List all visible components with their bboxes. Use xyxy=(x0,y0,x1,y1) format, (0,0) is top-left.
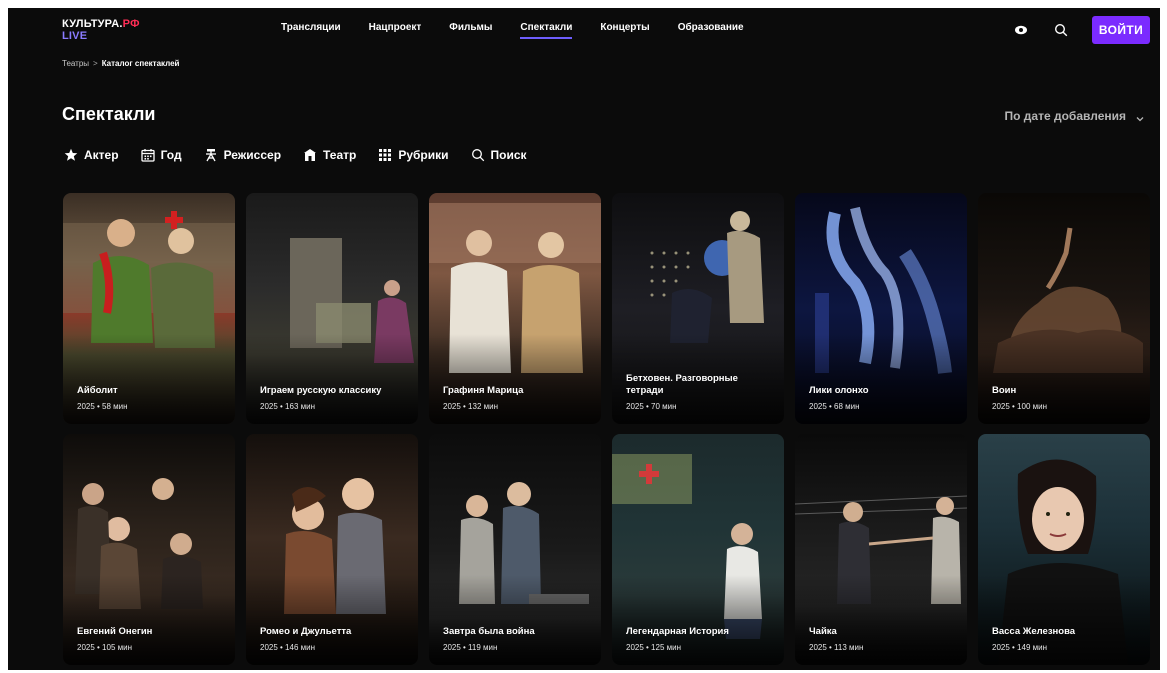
card-meta: 2025 • 70 мин xyxy=(626,402,677,411)
logo[interactable]: КУЛЬТУРА.РФ LIVE xyxy=(62,18,140,42)
card-meta: 2025 • 105 мин xyxy=(77,643,132,652)
nav-item-concerts[interactable]: Концерты xyxy=(600,22,649,39)
nav-item-performances[interactable]: Спектакли xyxy=(520,22,572,39)
card-title: Графиня Марица xyxy=(443,385,524,396)
breadcrumb-root[interactable]: Театры xyxy=(62,59,89,68)
card-meta: 2025 • 68 мин xyxy=(809,402,860,411)
card-title: Айболит xyxy=(77,385,118,396)
card-meta: 2025 • 113 мин xyxy=(809,643,864,652)
filter-bar: Актер Год Режиссер Театр Рубрики Поиск xyxy=(64,148,549,162)
filter-theater[interactable]: Театр xyxy=(303,148,356,162)
card-meta: 2025 • 119 мин xyxy=(443,643,498,652)
performance-card[interactable]: Графиня Марица 2025 • 132 мин xyxy=(429,193,601,424)
filter-year-label: Год xyxy=(160,148,182,162)
filter-categories-label: Рубрики xyxy=(398,148,449,162)
card-title: Легендарная История xyxy=(626,626,729,637)
card-meta: 2025 • 125 мин xyxy=(626,643,681,652)
breadcrumb: Театры > Каталог спектаклей xyxy=(62,59,179,68)
sort-label: По дате добавления xyxy=(1004,109,1126,123)
performance-card[interactable]: Айболит 2025 • 58 мин xyxy=(63,193,235,424)
filter-director[interactable]: Режиссер xyxy=(204,148,281,162)
grid-icon xyxy=(379,149,392,161)
eye-icon[interactable] xyxy=(1014,23,1028,37)
card-meta: 2025 • 100 мин xyxy=(992,402,1047,411)
filter-actor[interactable]: Актер xyxy=(64,148,119,162)
performance-card[interactable]: Завтра была война 2025 • 119 мин xyxy=(429,434,601,665)
filter-actor-label: Актер xyxy=(84,148,119,162)
page-title: Спектакли xyxy=(62,104,156,124)
nav-item-films[interactable]: Фильмы xyxy=(449,22,492,39)
search-icon[interactable] xyxy=(1054,23,1068,37)
card-meta: 2025 • 163 мин xyxy=(260,402,315,411)
card-meta: 2025 • 149 мин xyxy=(992,643,1047,652)
star-icon xyxy=(64,148,78,161)
card-title: Завтра была война xyxy=(443,626,535,637)
breadcrumb-separator: > xyxy=(93,59,98,68)
logo-sub: LIVE xyxy=(62,30,88,42)
filter-search-label: Поиск xyxy=(490,148,527,162)
performance-card[interactable]: Воин 2025 • 100 мин xyxy=(978,193,1150,424)
filter-director-label: Режиссер xyxy=(223,148,282,162)
card-title: Играем русскую классику xyxy=(260,385,382,396)
card-title: Ромео и Джульетта xyxy=(260,626,352,637)
logo-main: КУЛЬТУРА. xyxy=(62,18,123,30)
header-actions: ВОЙТИ xyxy=(1014,16,1150,44)
card-title: Воин xyxy=(992,385,1017,396)
login-button[interactable]: ВОЙТИ xyxy=(1092,16,1150,44)
logo-accent: РФ xyxy=(122,18,140,30)
app-window: КУЛЬТУРА.РФ LIVE Трансляции Нацпроект Фи… xyxy=(8,8,1160,670)
nav-item-natsproekt[interactable]: Нацпроект xyxy=(369,22,422,39)
filter-year[interactable]: Год xyxy=(140,148,182,162)
chevron-down-icon xyxy=(1136,112,1144,122)
filter-search[interactable]: Поиск xyxy=(471,148,527,162)
card-title: Бетховен. Разговорные тетради xyxy=(626,373,738,396)
filter-categories[interactable]: Рубрики xyxy=(378,148,449,162)
performance-card[interactable]: Играем русскую классику 2025 • 163 мин xyxy=(246,193,418,424)
performance-card[interactable]: Бетховен. Разговорные тетради 2025 • 70 … xyxy=(612,193,784,424)
performance-card[interactable]: Ромео и Джульетта 2025 • 146 мин xyxy=(246,434,418,665)
main-nav: Трансляции Нацпроект Фильмы Спектакли Ко… xyxy=(281,22,772,39)
card-meta: 2025 • 58 мин xyxy=(77,402,128,411)
calendar-icon xyxy=(140,149,155,162)
card-title: Чайка xyxy=(809,626,837,637)
card-meta: 2025 • 146 мин xyxy=(260,643,315,652)
filter-theater-label: Театр xyxy=(323,148,357,162)
performance-card[interactable]: Васса Железнова 2025 • 149 мин xyxy=(978,434,1150,665)
card-meta: 2025 • 132 мин xyxy=(443,402,498,411)
search-icon xyxy=(471,149,484,162)
performance-card[interactable]: Лики олонхо 2025 • 68 мин xyxy=(795,193,967,424)
director-icon xyxy=(205,149,216,162)
performance-card[interactable]: Чайка 2025 • 113 мин xyxy=(795,434,967,665)
card-title: Васса Железнова xyxy=(992,626,1076,637)
performance-card[interactable]: Легендарная История 2025 • 125 мин xyxy=(612,434,784,665)
nav-item-education[interactable]: Образование xyxy=(678,22,744,39)
nav-item-translations[interactable]: Трансляции xyxy=(281,22,341,39)
card-title: Лики олонхо xyxy=(809,385,869,396)
sort-dropdown[interactable]: По дате добавления xyxy=(1005,109,1144,123)
breadcrumb-current: Каталог спектаклей xyxy=(101,59,180,68)
theater-icon xyxy=(304,149,317,161)
card-title: Евгений Онегин xyxy=(77,626,153,637)
performance-card[interactable]: Евгений Онегин 2025 • 105 мин xyxy=(63,434,235,665)
header: КУЛЬТУРА.РФ LIVE Трансляции Нацпроект Фи… xyxy=(8,8,1160,52)
